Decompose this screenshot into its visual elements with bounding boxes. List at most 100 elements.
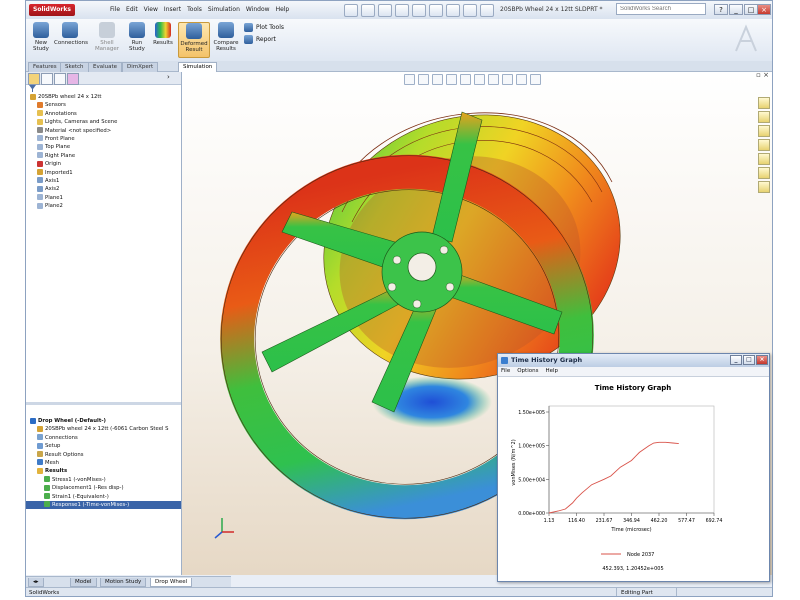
feature-tree-item[interactable]: Axis2 bbox=[26, 185, 181, 193]
new-study-button[interactable]: New Study bbox=[28, 22, 54, 52]
feature-tree-item[interactable]: Annotations bbox=[26, 110, 181, 118]
connections-button[interactable]: Connections bbox=[54, 22, 88, 46]
x-tick-label: 231.67 bbox=[596, 518, 613, 524]
graph-menu-options[interactable]: Options bbox=[517, 367, 538, 376]
feature-manager-tab-icon[interactable] bbox=[28, 73, 40, 85]
annotation-icon bbox=[37, 110, 43, 117]
plot-icon bbox=[44, 476, 50, 483]
configuration-manager-tab-icon[interactable] bbox=[54, 73, 66, 85]
shell-manager-button[interactable]: Shell Manager bbox=[94, 22, 120, 52]
sim-tree-item[interactable]: Drop Wheel (-Default-) bbox=[26, 417, 181, 425]
print-icon[interactable] bbox=[395, 4, 409, 17]
graph-minimize-button[interactable]: _ bbox=[730, 355, 742, 365]
command-manager-ribbon: New Study Connections Shell Manager Run … bbox=[26, 19, 772, 62]
status-editing: Editing Part bbox=[616, 588, 653, 596]
sim-tree-label: Connections bbox=[45, 434, 78, 441]
tab-evaluate[interactable]: Evaluate bbox=[88, 62, 123, 72]
sim-tree-item[interactable]: Response1 (-Time-vonMises-) bbox=[26, 500, 181, 510]
feature-tree-item[interactable]: 20SBPb wheel 24 x 12tt bbox=[26, 93, 181, 101]
results-button[interactable]: Results bbox=[150, 22, 176, 46]
options-icon[interactable] bbox=[463, 4, 477, 17]
search-input[interactable] bbox=[616, 3, 706, 15]
shell-manager-label: Shell Manager bbox=[94, 40, 120, 52]
sim-tree-item[interactable]: Stress1 (-vonMises-) bbox=[26, 476, 181, 484]
y-tick-label: 1.00e+005 bbox=[518, 444, 545, 450]
menu-tools[interactable]: Tools bbox=[187, 6, 202, 13]
feature-tree-item[interactable]: Axis1 bbox=[26, 177, 181, 185]
menu-file[interactable]: File bbox=[110, 6, 120, 13]
part-icon bbox=[30, 93, 36, 100]
rebuild-icon[interactable] bbox=[446, 4, 460, 17]
help-icon[interactable] bbox=[480, 4, 494, 17]
dimxpert-manager-tab-icon[interactable] bbox=[67, 73, 79, 85]
undo-icon[interactable] bbox=[412, 4, 426, 17]
sim-tree-item[interactable]: Setup bbox=[26, 442, 181, 450]
feature-tree-item[interactable]: Plane1 bbox=[26, 194, 181, 202]
feature-tree-label: Right Plane bbox=[45, 152, 76, 159]
menu-edit[interactable]: Edit bbox=[126, 6, 138, 13]
sim-tree-item[interactable]: Strain1 (-Equivalent-) bbox=[26, 493, 181, 501]
deformed-result-button[interactable]: Deformed Result bbox=[178, 22, 210, 58]
plot-tools-button[interactable]: Plot Tools bbox=[244, 23, 284, 32]
chart-title: Time History Graph bbox=[595, 384, 672, 392]
feature-tree-item[interactable]: Right Plane bbox=[26, 152, 181, 160]
feature-tree-item[interactable]: Top Plane bbox=[26, 143, 181, 151]
x-axis-label: Time (microsec) bbox=[610, 527, 651, 533]
open-file-icon[interactable] bbox=[361, 4, 375, 17]
run-study-button[interactable]: Run Study bbox=[124, 22, 150, 52]
graph-maximize-button[interactable]: □ bbox=[743, 355, 755, 365]
tab-drop-wheel[interactable]: Drop Wheel bbox=[150, 578, 193, 587]
document-title: 20SBPb Wheel 24 x 12tt SLDPRT * bbox=[500, 6, 603, 13]
sim-tree-item[interactable]: Mesh bbox=[26, 459, 181, 467]
sim-tree-item[interactable]: 20SBPb wheel 24 x 12tt (-6061 Carbon Ste… bbox=[26, 425, 181, 433]
tab-nav-arrows[interactable]: ◂▸ bbox=[28, 578, 44, 587]
help-button[interactable]: ? bbox=[714, 4, 728, 15]
menu-insert[interactable]: Insert bbox=[164, 6, 181, 13]
sim-tree-item[interactable]: Connections bbox=[26, 434, 181, 442]
tab-simulation[interactable]: Simulation bbox=[178, 62, 218, 72]
tab-motion-study[interactable]: Motion Study bbox=[100, 578, 147, 587]
graph-close-button[interactable]: × bbox=[756, 355, 768, 365]
minimize-button[interactable]: _ bbox=[729, 4, 743, 15]
new-file-icon[interactable] bbox=[344, 4, 358, 17]
select-icon[interactable] bbox=[429, 4, 443, 17]
report-button[interactable]: Report bbox=[244, 35, 276, 44]
tab-model[interactable]: Model bbox=[70, 578, 97, 587]
feature-tree-item[interactable]: Imported1 bbox=[26, 169, 181, 177]
status-units[interactable] bbox=[676, 588, 737, 596]
feature-tree-item[interactable]: Material <not specified> bbox=[26, 127, 181, 135]
maximize-button[interactable]: □ bbox=[744, 4, 758, 15]
panel-splitter[interactable] bbox=[26, 402, 181, 405]
compare-results-button[interactable]: Compare Results bbox=[212, 22, 240, 52]
menu-view[interactable]: View bbox=[144, 6, 158, 13]
graph-menu-file[interactable]: File bbox=[501, 367, 510, 376]
graph-menu-help[interactable]: Help bbox=[545, 367, 558, 376]
panel-expand-icon[interactable]: › bbox=[167, 73, 177, 83]
menu-help[interactable]: Help bbox=[276, 6, 290, 13]
deformed-icon bbox=[186, 23, 202, 39]
sim-tree-item[interactable]: Displacement1 (-Res disp-) bbox=[26, 484, 181, 492]
feature-tree-item[interactable]: Origin bbox=[26, 160, 181, 168]
feature-tree-item[interactable]: Sensors bbox=[26, 101, 181, 109]
feature-tree-item[interactable]: Front Plane bbox=[26, 135, 181, 143]
feature-tree-item[interactable]: Lights, Cameras and Scene bbox=[26, 118, 181, 126]
sim-tree-item[interactable]: Result Options bbox=[26, 451, 181, 459]
connections-label: Connections bbox=[54, 40, 88, 46]
x-tick-label: 346.94 bbox=[623, 518, 640, 524]
save-icon[interactable] bbox=[378, 4, 392, 17]
property-manager-tab-icon[interactable] bbox=[41, 73, 53, 85]
tab-sketch[interactable]: Sketch bbox=[60, 62, 89, 72]
tab-dimxpert[interactable]: DimXpert bbox=[122, 62, 159, 72]
close-button[interactable]: × bbox=[757, 4, 771, 15]
menu-window[interactable]: Window bbox=[246, 6, 270, 13]
study-icon bbox=[30, 417, 36, 424]
graph-title-bar[interactable]: Time History Graph _ □ × bbox=[498, 354, 769, 367]
x-tick-label: 1.13 bbox=[544, 518, 555, 524]
time-history-graph-window[interactable]: Time History Graph _ □ × File Options He… bbox=[497, 353, 770, 582]
feature-tree-item[interactable]: Plane2 bbox=[26, 202, 181, 210]
sim-tree-item[interactable]: Results bbox=[26, 467, 181, 475]
app-logo[interactable]: SolidWorks bbox=[29, 4, 75, 16]
tab-features[interactable]: Features bbox=[28, 62, 62, 72]
plot-icon bbox=[44, 493, 50, 500]
menu-simulation[interactable]: Simulation bbox=[208, 6, 240, 13]
